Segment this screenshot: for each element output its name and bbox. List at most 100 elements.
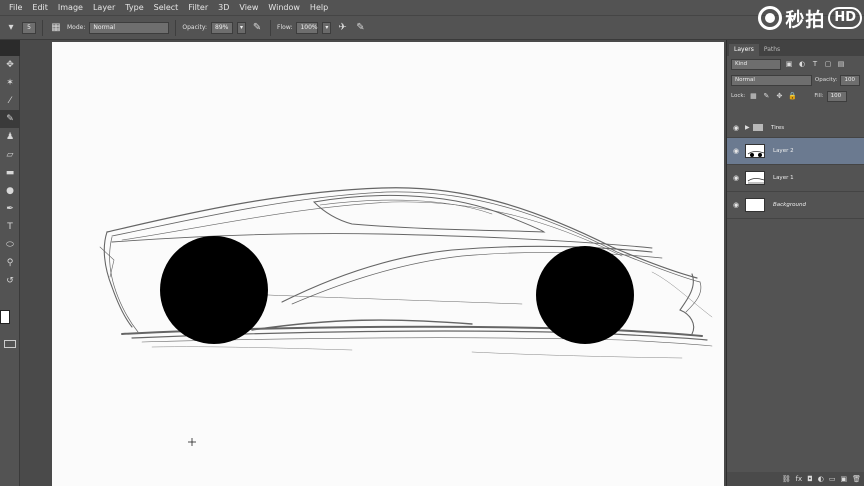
menu-type[interactable]: Type xyxy=(120,0,148,15)
airbrush-icon[interactable]: ✈ xyxy=(335,21,349,35)
lock-position-icon[interactable]: ✥ xyxy=(774,91,784,101)
car-sketch xyxy=(99,187,713,446)
menu-layer[interactable]: Layer xyxy=(88,0,120,15)
zoom-icon[interactable]: ⚲ xyxy=(0,254,20,272)
layer-row-background[interactable]: ◉ Background xyxy=(727,192,864,219)
disclosure-triangle-icon[interactable]: ▶ xyxy=(745,124,753,131)
magic-wand-icon[interactable]: ✶ xyxy=(0,74,20,92)
layer-name: Background xyxy=(773,202,806,208)
brush-preset-icon[interactable]: ▾ xyxy=(4,21,18,35)
visibility-eye-icon[interactable]: ◉ xyxy=(727,147,745,155)
filter-row: Kind ▣ ◐ T ▢ ▤ xyxy=(727,56,864,72)
pressure-size-icon[interactable]: ✎ xyxy=(353,21,367,35)
type-icon[interactable]: T xyxy=(0,218,20,236)
layer-style-icon[interactable]: fx xyxy=(796,475,803,483)
brush-size-field[interactable]: 5 xyxy=(22,21,36,34)
quick-mask-icon[interactable] xyxy=(4,340,16,348)
layer-row-layer-1[interactable]: ◉ Layer 1 xyxy=(727,165,864,192)
layers-panel: Layers Paths Kind ▣ ◐ T ▢ ▤ Normal Opaci… xyxy=(726,40,864,486)
photoshop-window: File Edit Image Layer Type Select Filter… xyxy=(0,0,864,486)
panel-tabs: Layers Paths xyxy=(727,40,864,56)
opacity-label: Opacity: xyxy=(182,24,208,31)
menu-select[interactable]: Select xyxy=(149,0,184,15)
opacity-dropdown-icon[interactable]: ▾ xyxy=(237,21,247,34)
rear-tire xyxy=(536,246,634,344)
layer-thumbnail xyxy=(745,144,765,158)
layer-thumbnail xyxy=(745,198,765,212)
pressure-opacity-icon[interactable]: ✎ xyxy=(250,21,264,35)
menu-file[interactable]: File xyxy=(4,0,27,15)
filter-smart-object-icon[interactable]: ▤ xyxy=(836,59,846,69)
flow-field[interactable]: 100% xyxy=(296,21,319,34)
tab-paths[interactable]: Paths xyxy=(759,44,785,56)
document-canvas[interactable] xyxy=(52,42,724,486)
menu-window[interactable]: Window xyxy=(263,0,305,15)
clone-stamp-icon[interactable]: ♟ xyxy=(0,128,20,146)
separator xyxy=(175,19,177,36)
visibility-eye-icon[interactable]: ◉ xyxy=(727,201,745,209)
separator xyxy=(270,19,272,36)
opacity-field[interactable]: 89% xyxy=(211,21,234,34)
menu-image[interactable]: Image xyxy=(53,0,88,15)
lock-image-icon[interactable]: ✎ xyxy=(761,91,771,101)
brush-icon[interactable]: ✎ xyxy=(0,110,20,128)
menu-3d[interactable]: 3D xyxy=(213,0,234,15)
tab-layers[interactable]: Layers xyxy=(729,44,759,56)
gradient-icon[interactable]: ▬ xyxy=(0,164,20,182)
eyedropper-icon[interactable]: ⁄ xyxy=(0,92,20,110)
watermark-hd-badge: HD xyxy=(828,7,862,29)
layer-name: Layer 2 xyxy=(773,148,794,154)
menu-view[interactable]: View xyxy=(234,0,263,15)
eraser-icon[interactable]: ▱ xyxy=(0,146,20,164)
layer-opacity-field[interactable]: 100 xyxy=(840,74,860,86)
new-layer-icon[interactable]: ▣ xyxy=(840,475,847,483)
filter-shape-icon[interactable]: ▢ xyxy=(823,59,833,69)
visibility-eye-icon[interactable]: ◉ xyxy=(727,124,745,132)
watermark: 秒拍 HD xyxy=(758,0,864,36)
lock-transparent-icon[interactable]: ▦ xyxy=(748,91,758,101)
visibility-eye-icon[interactable]: ◉ xyxy=(727,174,745,182)
filter-pixel-icon[interactable]: ▣ xyxy=(784,59,794,69)
layer-name: Layer 1 xyxy=(773,175,794,181)
filter-type-icon[interactable]: T xyxy=(810,59,820,69)
separator xyxy=(42,19,43,36)
flow-dropdown-icon[interactable]: ▾ xyxy=(322,21,332,34)
mode-label: Mode: xyxy=(67,24,86,31)
brush-panel-toggle-icon[interactable]: ▦ xyxy=(49,21,63,35)
move-icon[interactable]: ✥ xyxy=(0,56,20,74)
lock-label: Lock: xyxy=(731,93,746,99)
watermark-logo-icon xyxy=(758,6,783,30)
layer-thumbnail xyxy=(745,171,765,185)
fill-field[interactable]: 100 xyxy=(826,90,847,102)
mode-select[interactable]: Normal xyxy=(89,21,170,34)
dodge-icon[interactable]: ● xyxy=(0,182,20,200)
options-bar: ▾ 5 ▦ Mode: Normal Opacity: 89% ▾ ✎ Flow… xyxy=(0,15,864,40)
menu-filter[interactable]: Filter xyxy=(183,0,213,15)
foreground-color-swatch[interactable] xyxy=(0,310,10,324)
add-mask-icon[interactable]: ◘ xyxy=(807,475,813,483)
delete-layer-icon[interactable]: 🗑 xyxy=(852,475,861,483)
blend-mode-select[interactable]: Normal xyxy=(731,74,812,86)
document-workspace xyxy=(20,40,726,486)
swap-colors-icon[interactable]: ↺ xyxy=(0,272,20,290)
new-group-icon[interactable]: ▭ xyxy=(829,475,836,483)
link-layers-icon[interactable]: ⛓ xyxy=(782,475,791,483)
menu-edit[interactable]: Edit xyxy=(27,0,53,15)
lock-row: Lock: ▦ ✎ ✥ 🔒 Fill: 100 xyxy=(727,88,864,104)
panel-footer: ⛓ fx ◘ ◐ ▭ ▣ 🗑 xyxy=(727,472,864,486)
flow-label: Flow: xyxy=(277,24,293,31)
filter-adjustment-icon[interactable]: ◐ xyxy=(797,59,807,69)
layer-row-tires[interactable]: ◉ ▶ Tires xyxy=(727,118,864,138)
toolbox: ✥ ✶ ⁄ ✎ ♟ ▱ ▬ ● ✒ T ⬭ ⚲ ↺ xyxy=(0,56,20,486)
folder-icon xyxy=(753,124,763,131)
front-tire xyxy=(160,236,268,344)
filter-kind-select[interactable]: Kind xyxy=(731,58,781,70)
layer-opacity-label: Opacity: xyxy=(814,77,838,83)
adjustment-layer-icon[interactable]: ◐ xyxy=(818,475,824,483)
pen-icon[interactable]: ✒ xyxy=(0,200,20,218)
lock-all-icon[interactable]: 🔒 xyxy=(787,91,797,101)
layer-row-layer-2[interactable]: ◉ Layer 2 xyxy=(727,138,864,165)
ellipse-icon[interactable]: ⬭ xyxy=(0,236,20,254)
watermark-text: 秒拍 xyxy=(785,8,826,31)
menu-help[interactable]: Help xyxy=(305,0,333,15)
